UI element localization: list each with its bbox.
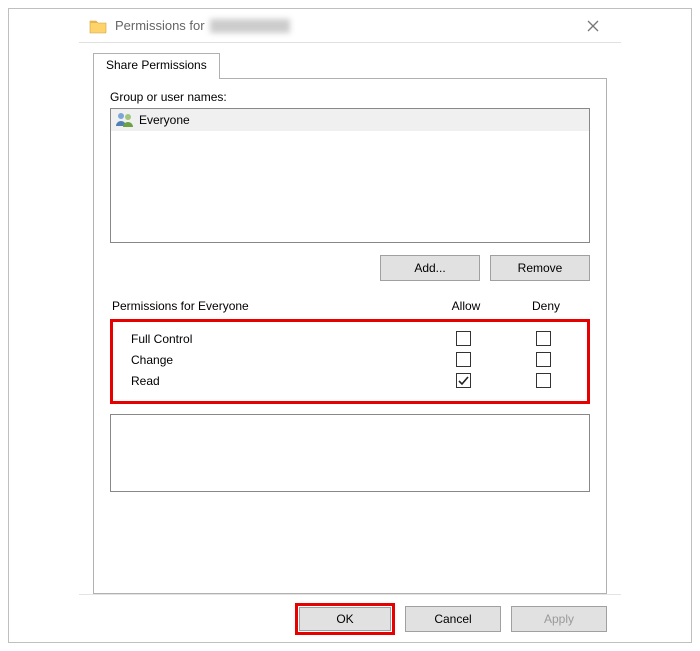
permission-row: Full Control [117,328,583,349]
apply-button[interactable]: Apply [511,606,607,632]
add-button[interactable]: Add... [380,255,480,281]
window-title: Permissions for [115,18,290,34]
permission-label: Change [131,353,423,367]
close-button[interactable] [573,10,613,42]
titlebar: Permissions for [79,9,621,43]
permission-row: Read [117,370,583,391]
full-control-allow-checkbox[interactable] [456,331,471,346]
user-listbox[interactable]: Everyone [110,108,590,243]
tab-panel: Group or user names: Everyone [93,78,607,594]
cancel-button[interactable]: Cancel [405,606,501,632]
permissions-highlight-box: Full Control Change Read [110,319,590,404]
allow-column-header: Allow [426,299,506,313]
folder-icon [89,17,107,35]
user-list-item[interactable]: Everyone [111,109,589,131]
tab-share-permissions[interactable]: Share Permissions [93,53,220,79]
users-icon [115,111,135,129]
user-list-item-label: Everyone [139,113,190,127]
dialog-footer: OK Cancel Apply [79,594,621,642]
tab-strip: Share Permissions [93,53,607,79]
full-control-deny-checkbox[interactable] [536,331,551,346]
permissions-for-label: Permissions for Everyone [112,299,249,313]
permissions-dialog: Permissions for Share Permissions Group … [79,9,621,642]
window-title-redacted [210,19,290,33]
group-user-label: Group or user names: [110,90,590,104]
read-allow-checkbox[interactable] [456,373,471,388]
permission-label: Read [131,374,423,388]
remove-button[interactable]: Remove [490,255,590,281]
read-deny-checkbox[interactable] [536,373,551,388]
ok-highlight-box: OK [295,603,395,635]
permission-row: Change [117,349,583,370]
permission-label: Full Control [131,332,423,346]
ok-button[interactable]: OK [299,607,391,631]
change-deny-checkbox[interactable] [536,352,551,367]
change-allow-checkbox[interactable] [456,352,471,367]
deny-column-header: Deny [506,299,586,313]
permissions-table-header: Permissions for Everyone Allow Deny [110,299,590,319]
lower-empty-listbox [110,414,590,492]
